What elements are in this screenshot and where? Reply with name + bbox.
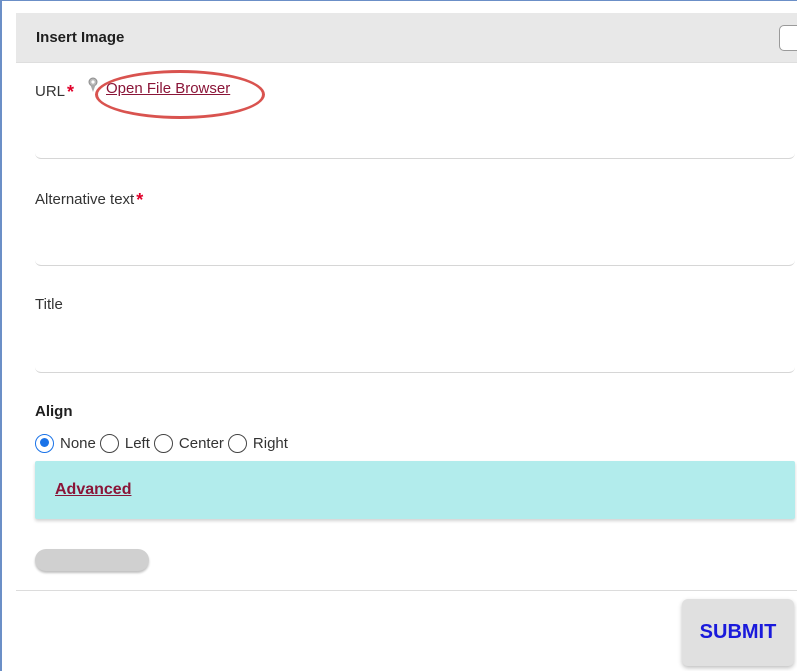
url-label-row: URL * xyxy=(35,80,75,102)
pin-icon xyxy=(88,77,98,92)
title-input[interactable] xyxy=(35,339,795,373)
align-radio-group: None Left Center Right xyxy=(35,432,292,454)
url-input[interactable] xyxy=(35,125,795,159)
advanced-section[interactable]: Advanced xyxy=(35,461,795,519)
footer-divider xyxy=(16,590,797,591)
align-label: Align xyxy=(35,403,73,420)
radio-left[interactable] xyxy=(99,433,119,453)
alt-text-input[interactable] xyxy=(35,232,795,266)
radio-none-label: None xyxy=(60,434,96,452)
alt-text-label: Alternative text xyxy=(35,191,135,208)
radio-left-label: Left xyxy=(124,434,150,452)
open-file-browser-link[interactable]: Open File Browser xyxy=(106,80,230,97)
radio-center[interactable] xyxy=(153,433,173,453)
url-label: URL xyxy=(35,83,66,100)
title-label: Title xyxy=(35,296,63,313)
dialog-title: Insert Image xyxy=(36,29,125,46)
radio-center-label: Center xyxy=(178,434,224,452)
dialog-header: Insert Image xyxy=(16,13,797,63)
submit-button[interactable]: SUBMIT xyxy=(682,599,794,666)
secondary-button[interactable] xyxy=(35,549,149,571)
required-asterisk: * xyxy=(136,190,144,210)
required-asterisk: * xyxy=(67,82,75,102)
insert-image-dialog: Insert Image URL * Open File Browser Alte… xyxy=(0,0,797,671)
radio-right[interactable] xyxy=(227,433,247,453)
radio-right-label: Right xyxy=(252,434,288,452)
close-button[interactable] xyxy=(779,25,797,51)
advanced-link[interactable]: Advanced xyxy=(55,481,131,499)
radio-none[interactable] xyxy=(35,433,54,453)
alt-text-label-row: Alternative text * xyxy=(35,188,144,210)
